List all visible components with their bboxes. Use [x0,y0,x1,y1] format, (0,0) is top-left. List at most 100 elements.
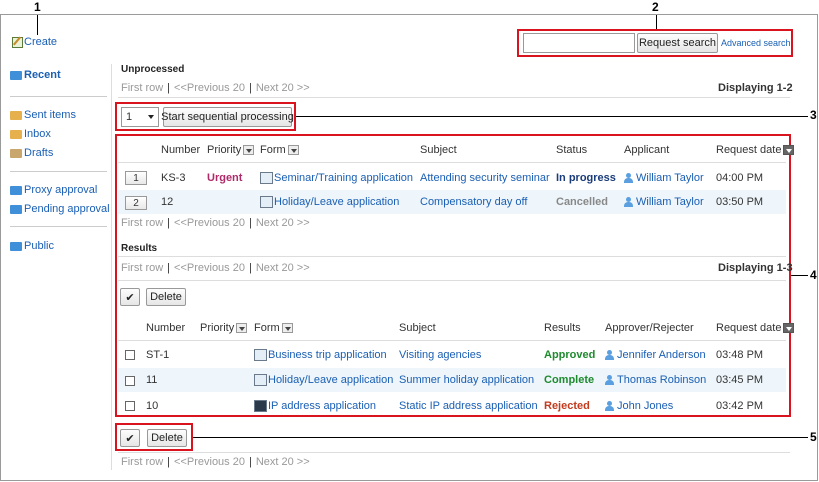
row-subject-link[interactable]: Summer holiday application [399,372,534,388]
business-trip-form-icon [254,349,267,361]
start-sequential-button[interactable]: Start sequential processing [161,107,294,127]
row-form-link[interactable]: Business trip application [254,347,387,363]
delete-button[interactable]: Delete [146,288,186,306]
request-search-button[interactable]: Request search [637,33,718,53]
pager-prev: <<Previous 20 [174,217,245,229]
col-priority[interactable]: Priority [207,144,255,156]
create-label: Create [24,36,58,48]
row-subject-link[interactable]: Visiting agencies [399,347,481,363]
row-form-link[interactable]: Holiday/Leave application [254,372,393,388]
sidebar-item-pending-approval[interactable]: Pending approval [10,201,110,217]
folder-icon [10,70,22,80]
pager-first: First row [121,82,164,94]
divider [118,256,786,257]
sidebar-item-public[interactable]: Public [10,238,54,254]
sort-icon[interactable] [243,145,255,155]
col-request-date[interactable]: Request date [716,322,795,334]
col-number: Number [146,322,186,334]
row-checkbox[interactable] [125,350,135,360]
seminar-form-icon [260,172,273,184]
search-input[interactable] [523,33,635,53]
row-form-link[interactable]: Holiday/Leave application [260,194,399,210]
row-approver-link[interactable]: Jennifer Anderson [605,347,706,363]
create-icon [12,36,23,48]
row-checkbox[interactable] [125,376,135,386]
folder-icon [10,204,22,214]
row-form-link[interactable]: IP address application [254,398,376,414]
row-date: 03:48 PM [716,349,764,361]
row-priority: Urgent [207,172,243,184]
monitor-form-icon [254,400,267,412]
col-form[interactable]: Form [260,144,299,156]
row-result: Approved [544,349,596,361]
row-status: In progress [556,172,616,184]
row-approver-link[interactable]: John Jones [605,398,673,414]
sort-icon[interactable] [783,323,795,333]
user-icon [605,375,614,385]
sort-icon[interactable] [783,145,795,155]
sidebar-divider [10,96,107,97]
divider [118,452,790,453]
row-number: 12 [161,196,174,208]
sidebar-item-label: Sent items [24,109,76,121]
row-form-link[interactable]: Seminar/Training application [260,170,413,186]
sidebar-item-inbox[interactable]: Inbox [10,126,51,142]
sidebar-divider [10,226,107,227]
sidebar-item-label: Inbox [24,128,51,140]
sidebar-item-proxy-approval[interactable]: Proxy approval [10,182,97,198]
holiday-form-icon [254,374,267,386]
callout-2: 2 [652,0,659,14]
pager-next: Next 20 >> [255,262,310,274]
chevron-down-icon [148,115,154,119]
pager-prev: <<Previous 20 [174,456,245,468]
unprocessed-displaying: Displaying 1-2 [718,82,793,94]
sidebar-item-label: Drafts [24,147,54,159]
row-subject-link[interactable]: Compensatory day off [420,194,527,210]
create-link[interactable]: Create [12,36,57,48]
folder-icon [10,129,22,139]
unprocessed-title: Unprocessed [121,64,185,75]
advanced-search-link[interactable]: Advanced search [721,38,791,48]
sidebar-item-drafts[interactable]: Drafts [10,145,53,161]
order-select-value: 1 [126,111,133,123]
order-select[interactable]: 1 [121,107,159,127]
sort-icon[interactable] [236,323,248,333]
row-subject-link[interactable]: Attending security seminar [420,170,550,186]
row-applicant-link[interactable]: William Taylor [624,194,704,210]
sort-icon[interactable] [281,323,293,333]
sequence-number-button[interactable]: 1 [125,171,147,185]
row-status: Cancelled [556,196,608,208]
col-request-date[interactable]: Request date [716,144,795,156]
sort-icon[interactable] [287,145,299,155]
pager-next: Next 20 >> [255,217,310,229]
row-applicant-link[interactable]: William Taylor [624,170,704,186]
sequence-number-button[interactable]: 2 [125,196,147,210]
pager-first: First row [121,456,164,468]
select-all-button-bottom[interactable]: ✔ [120,429,140,447]
row-checkbox[interactable] [125,401,135,411]
row-date: 03:42 PM [716,400,764,412]
row-date: 03:50 PM [716,196,764,208]
user-icon [624,173,633,183]
col-status: Status [556,144,588,156]
sidebar-item-sent-items[interactable]: Sent items [10,107,76,123]
row-result: Rejected [544,400,590,412]
delete-button-bottom[interactable]: Delete [147,429,187,447]
col-approver: Approver/Rejecter [605,322,694,334]
user-icon [624,197,633,207]
row-approver-link[interactable]: Thomas Robinson [605,372,706,388]
pager-first: First row [121,217,164,229]
sidebar-item-label: Pending approval [24,203,110,215]
results-title: Results [121,243,158,254]
col-priority[interactable]: Priority [200,322,248,334]
select-all-button[interactable]: ✔ [120,288,140,306]
results-displaying: Displaying 1-3 [718,262,793,274]
col-form[interactable]: Form [254,322,293,334]
row-subject-link[interactable]: Static IP address application [399,398,538,414]
folder-icon [10,185,22,195]
user-icon [605,401,614,411]
folder-icon [10,110,22,120]
sidebar-item-label: Proxy approval [24,184,98,196]
pager-top: First row | <<Previous 20 | Next 20 >> [121,82,310,94]
sidebar-item-recent[interactable]: Recent [10,67,61,83]
